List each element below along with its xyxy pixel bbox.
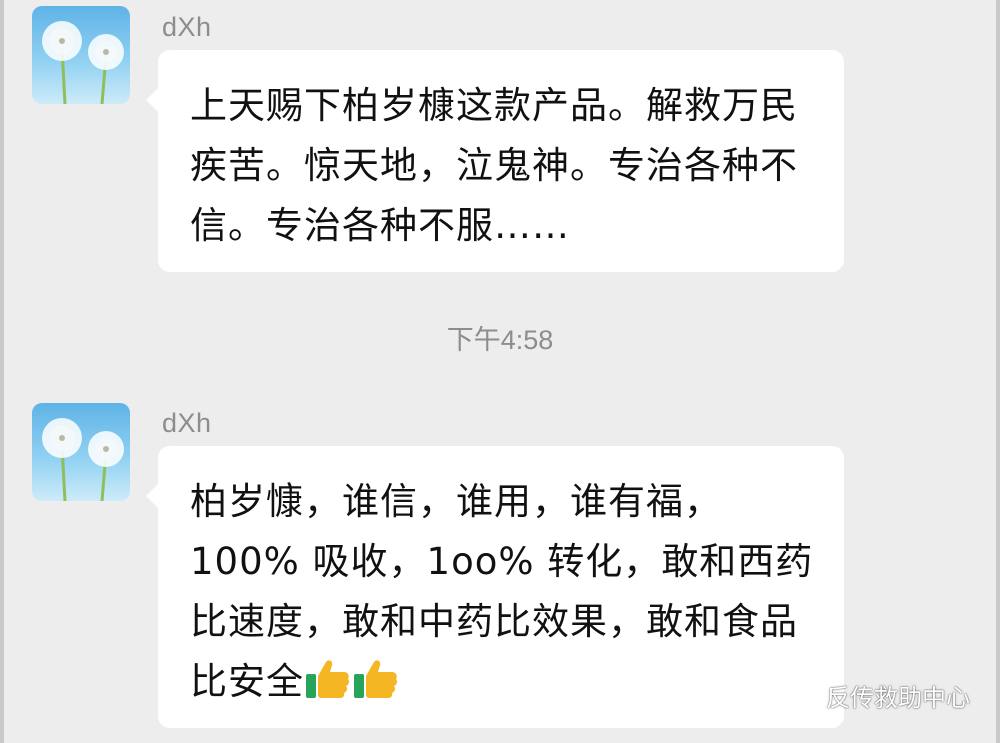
message-text: 上天赐下柏岁槺这款产品。解救万民疾苦。惊天地，泣鬼神。专治各种不信。专治各种不服… bbox=[190, 84, 798, 247]
timestamp: 下午4:58 bbox=[446, 325, 554, 355]
avatar[interactable] bbox=[32, 6, 130, 104]
wechat-icon bbox=[784, 677, 820, 713]
window-frame-right bbox=[996, 0, 1000, 743]
watermark-text: 反传救助中心 bbox=[826, 683, 970, 712]
dandelion-avatar-icon bbox=[42, 418, 124, 501]
thumbs-up-icon bbox=[352, 658, 400, 718]
message-bubble[interactable]: 上天赐下柏岁槺这款产品。解救万民疾苦。惊天地，泣鬼神。专治各种不信。专治各种不服… bbox=[146, 50, 844, 272]
thumbs-up-icon bbox=[304, 658, 352, 718]
message-bubble[interactable]: 柏岁慷，谁信，谁用，谁有福，100% 吸收，1oo% 转化，敢和西药比速度，敢和… bbox=[146, 446, 844, 728]
watermark: 反传救助中心 bbox=[784, 677, 970, 713]
window-frame-left bbox=[0, 0, 4, 743]
sender-name: dXh bbox=[162, 408, 212, 438]
message-text: 柏岁慷，谁信，谁用，谁有福，100% 吸收，1oo% 转化，敢和西药比速度，敢和… bbox=[190, 480, 814, 703]
dandelion-avatar-icon bbox=[42, 21, 124, 104]
sender-name: dXh bbox=[162, 12, 212, 42]
avatar[interactable] bbox=[32, 403, 130, 501]
